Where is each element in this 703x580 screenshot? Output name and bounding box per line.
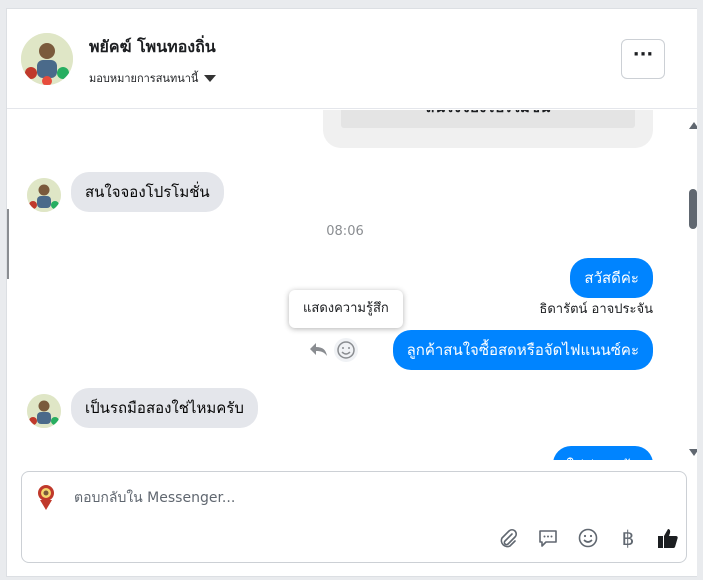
react-tooltip: แสดงความรู้สึก [289, 290, 403, 328]
contact-avatar-small [27, 178, 61, 212]
more-options-button[interactable]: ··· [621, 39, 665, 79]
contact-name[interactable]: พยัคฆ์ โพนทองถิ่น [89, 35, 216, 60]
thumbs-up-icon[interactable] [656, 526, 680, 550]
reply-input[interactable] [74, 486, 474, 510]
message-list: สนใจจองโปรโมชั่น สนใจจองโปรโมชั่น 08:06 … [7, 110, 683, 460]
scrollbar-thumb[interactable] [689, 189, 697, 229]
assign-label: มอบหมายการสนทนานี้ [89, 72, 199, 85]
caret-down-icon [204, 74, 217, 82]
sender-name: ธิดารัตน์ อาจประจัน [539, 302, 653, 317]
scroll-up-arrow-icon[interactable] [689, 122, 697, 129]
panel-resize-handle[interactable] [7, 209, 9, 279]
previous-message-card: สนใจจองโปรโมชั่น [323, 110, 653, 148]
incoming-message[interactable]: สนใจจองโปรโมชั่น [71, 172, 224, 212]
emoji-icon[interactable] [576, 526, 600, 550]
conversation-header: พยัคฆ์ โพนทองถิ่น มอบหมายการสนทนานี้ ··· [7, 9, 697, 109]
paperclip-icon[interactable] [496, 526, 520, 550]
outgoing-message[interactable]: ใช่ค่ะลูกค้า [552, 446, 653, 460]
incoming-message[interactable]: เป็นรถมือสองใช่ไหมครับ [71, 388, 258, 428]
scroll-down-arrow-icon[interactable] [689, 449, 697, 456]
smile-icon[interactable] [334, 338, 358, 362]
message-composer: ฿ [21, 471, 687, 563]
outgoing-message[interactable]: สวัสดีค่ะ [570, 258, 653, 298]
saved-reply-icon[interactable] [536, 526, 560, 550]
message-timestamp: 08:06 [326, 224, 364, 239]
reply-icon[interactable] [307, 338, 329, 360]
assign-conversation-dropdown[interactable]: มอบหมายการสนทนานี้ [89, 69, 217, 87]
page-avatar [30, 480, 62, 512]
baht-icon[interactable]: ฿ [616, 526, 640, 550]
outgoing-message[interactable]: ลูกค้าสนใจซื้อสดหรือจัดไฟแนนซ์คะ [392, 330, 653, 370]
previous-card-button[interactable]: สนใจจองโปรโมชั่น [341, 110, 635, 128]
contact-avatar[interactable] [21, 33, 73, 85]
contact-avatar-small [27, 394, 61, 428]
conversation-panel: พยัคฆ์ โพนทองถิ่น มอบหมายการสนทนานี้ ···… [6, 8, 697, 577]
